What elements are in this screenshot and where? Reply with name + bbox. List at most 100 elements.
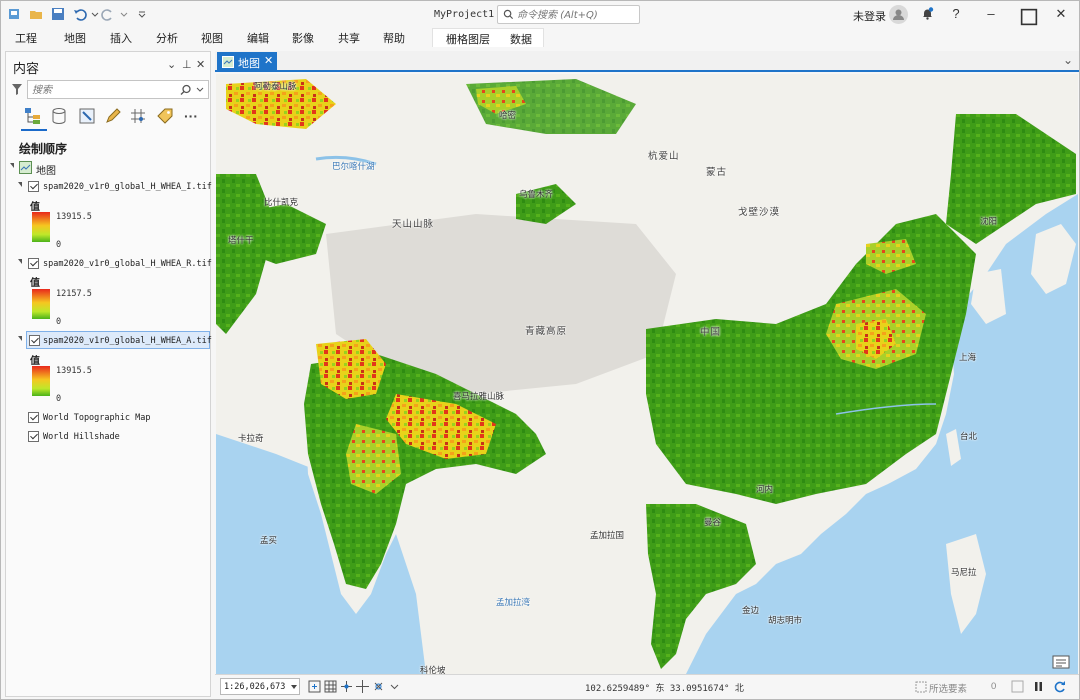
close-window-button[interactable]: ✕ <box>1051 5 1071 23</box>
map-label-hangai: 杭爱山 <box>648 151 680 162</box>
tab-edit[interactable]: 编辑 <box>247 30 269 46</box>
selected-features-icon <box>915 681 927 693</box>
user-icon <box>893 9 904 20</box>
list-by-drawing-order-icon[interactable] <box>23 106 43 126</box>
close-tab-icon[interactable]: ✕ <box>264 54 273 67</box>
map-node-label: 地图 <box>36 166 56 177</box>
basemap-row-topographic[interactable]: World Topographic Map <box>6 409 210 427</box>
rotation-icon[interactable] <box>372 680 385 693</box>
layer-visibility-checkbox[interactable] <box>28 412 39 423</box>
tab-data[interactable]: 数据 <box>510 31 532 47</box>
map-tab-label: 地图 <box>238 58 260 70</box>
tab-imagery[interactable]: 影像 <box>292 30 314 46</box>
crosshair-icon[interactable] <box>356 680 369 693</box>
pause-drawing-icon[interactable] <box>1032 680 1045 693</box>
map-icon <box>19 161 32 174</box>
basemap-row-hillshade[interactable]: World Hillshade <box>6 428 210 446</box>
search-icon <box>503 9 514 20</box>
save-icon[interactable] <box>51 7 65 21</box>
minimize-button[interactable]: – <box>981 5 1001 23</box>
layer-visibility-checkbox[interactable] <box>28 258 39 269</box>
layer-row-whea-i[interactable]: spam2020_v1r0_global_H_WHEA_I.tif <box>6 178 212 196</box>
layer-row-whea-r[interactable]: spam2020_v1r0_global_H_WHEA_R.tif <box>6 255 212 273</box>
project-title: MyProject1 <box>434 9 495 20</box>
grid-icon[interactable] <box>324 680 337 693</box>
clear-selection-icon[interactable] <box>1011 680 1024 693</box>
map-label-qinghai-tibet: 青藏高原 <box>525 326 568 337</box>
layer-name: World Hillshade <box>43 432 120 442</box>
chevron-down-icon[interactable] <box>291 685 297 689</box>
legend-color-ramp <box>32 366 50 396</box>
more-options-icon[interactable]: ··· <box>184 108 198 124</box>
close-pane-icon[interactable]: ✕ <box>196 58 205 71</box>
layer-visibility-checkbox[interactable] <box>28 431 39 442</box>
list-by-snapping-icon[interactable] <box>128 106 148 126</box>
scale-dropdown[interactable]: 1:26,026,673 <box>220 678 300 695</box>
view-tab-bar: 地图 ✕ ⌄ <box>215 51 1079 72</box>
contents-pane: 内容 ⌄ ⊥ ✕ ··· 绘制顺序 地图 spam2020_v1r0_globa <box>5 51 212 697</box>
contents-search-box[interactable] <box>27 80 209 99</box>
pin-icon[interactable]: ⊥ <box>182 58 192 71</box>
filter-icon[interactable] <box>11 83 23 96</box>
tab-help[interactable]: 帮助 <box>383 30 405 46</box>
tab-insert[interactable]: 插入 <box>110 30 132 46</box>
expand-arrow-icon[interactable] <box>18 336 22 341</box>
tab-share[interactable]: 共享 <box>338 30 360 46</box>
map-label-balkhash: 巴尔喀什湖 <box>332 161 375 171</box>
chevron-down-icon[interactable] <box>196 87 204 93</box>
map-label-urumqi: 乌鲁木齐 <box>519 189 554 199</box>
tab-project[interactable]: 工程 <box>15 30 37 46</box>
selected-features-label: 所选要素 <box>929 684 968 695</box>
tab-map-view[interactable]: 地图 ✕ <box>217 52 277 72</box>
drawing-order-heading: 绘制顺序 <box>19 142 68 156</box>
list-by-selection-icon[interactable] <box>77 106 97 126</box>
expand-arrow-icon[interactable] <box>18 259 22 264</box>
legend-value-label: 值 <box>30 356 40 367</box>
list-by-labeling-icon[interactable] <box>155 106 175 126</box>
map-label-hanoi: 河内 <box>756 484 774 494</box>
map-node[interactable]: 地图 <box>6 159 210 177</box>
notification-bell-icon[interactable] <box>920 6 935 21</box>
expand-arrow-icon[interactable] <box>18 182 22 187</box>
avatar[interactable] <box>889 5 908 24</box>
map-view[interactable]: 阿勒泰山脉 巴尔喀什湖 哈密 天山山脉 乌鲁木齐 比什凯克 塔什干 蒙古 戈壁沙… <box>216 74 1078 674</box>
help-icon[interactable]: ? <box>946 5 966 23</box>
command-search-box[interactable] <box>497 5 640 24</box>
layer-name: spam2020_v1r0_global_H_WHEA_I.tif <box>43 182 212 192</box>
undo-icon[interactable] <box>73 7 87 21</box>
chevron-down-icon[interactable] <box>388 680 401 693</box>
layer-visibility-checkbox[interactable] <box>29 335 40 346</box>
tab-analysis[interactable]: 分析 <box>156 30 178 46</box>
undo-dropdown-icon[interactable] <box>88 7 102 21</box>
contents-search-input[interactable] <box>32 83 172 97</box>
layer-visibility-checkbox[interactable] <box>28 181 39 192</box>
catalog-panel-icon[interactable] <box>1052 654 1070 670</box>
list-by-data-source-icon[interactable] <box>49 106 69 126</box>
redo-dropdown-icon[interactable] <box>117 7 131 21</box>
list-by-editing-icon[interactable] <box>103 106 123 126</box>
open-folder-icon[interactable] <box>29 7 43 21</box>
add-map-grid-icon[interactable] <box>308 680 321 693</box>
tab-map[interactable]: 地图 <box>64 30 86 46</box>
refresh-icon[interactable] <box>1053 680 1067 694</box>
redo-icon[interactable] <box>101 7 115 21</box>
maximize-button[interactable] <box>1019 8 1039 26</box>
customize-toolbar-icon[interactable] <box>135 7 149 21</box>
scale-value: 1:26,026,673 <box>224 682 286 692</box>
chevron-down-icon[interactable]: ⌄ <box>1063 53 1073 67</box>
command-search-input[interactable] <box>517 8 637 22</box>
map-label-aletai: 阿勒泰山脉 <box>254 81 297 91</box>
sign-in-status[interactable]: 未登录 <box>853 8 886 24</box>
tab-raster-layer[interactable]: 栅格图层 <box>446 31 490 47</box>
tab-view[interactable]: 视图 <box>201 30 223 46</box>
expand-arrow-icon[interactable] <box>10 163 14 168</box>
search-icon[interactable] <box>180 84 192 96</box>
snapping-icon[interactable] <box>340 680 353 693</box>
legend-max-value: 13915.5 <box>56 212 92 222</box>
map-label-bay-of-bengal: 孟加拉湾 <box>496 597 531 607</box>
status-bar: 1:26,026,673 102.6259489° 东 33.0951674° … <box>215 674 1079 698</box>
pane-options-chevron-icon[interactable]: ⌄ <box>167 58 176 71</box>
new-project-icon[interactable] <box>7 7 21 21</box>
active-view-indicator <box>21 129 47 131</box>
layer-row-whea-a[interactable]: spam2020_v1r0_global_H_WHEA_A.tif <box>26 331 212 349</box>
